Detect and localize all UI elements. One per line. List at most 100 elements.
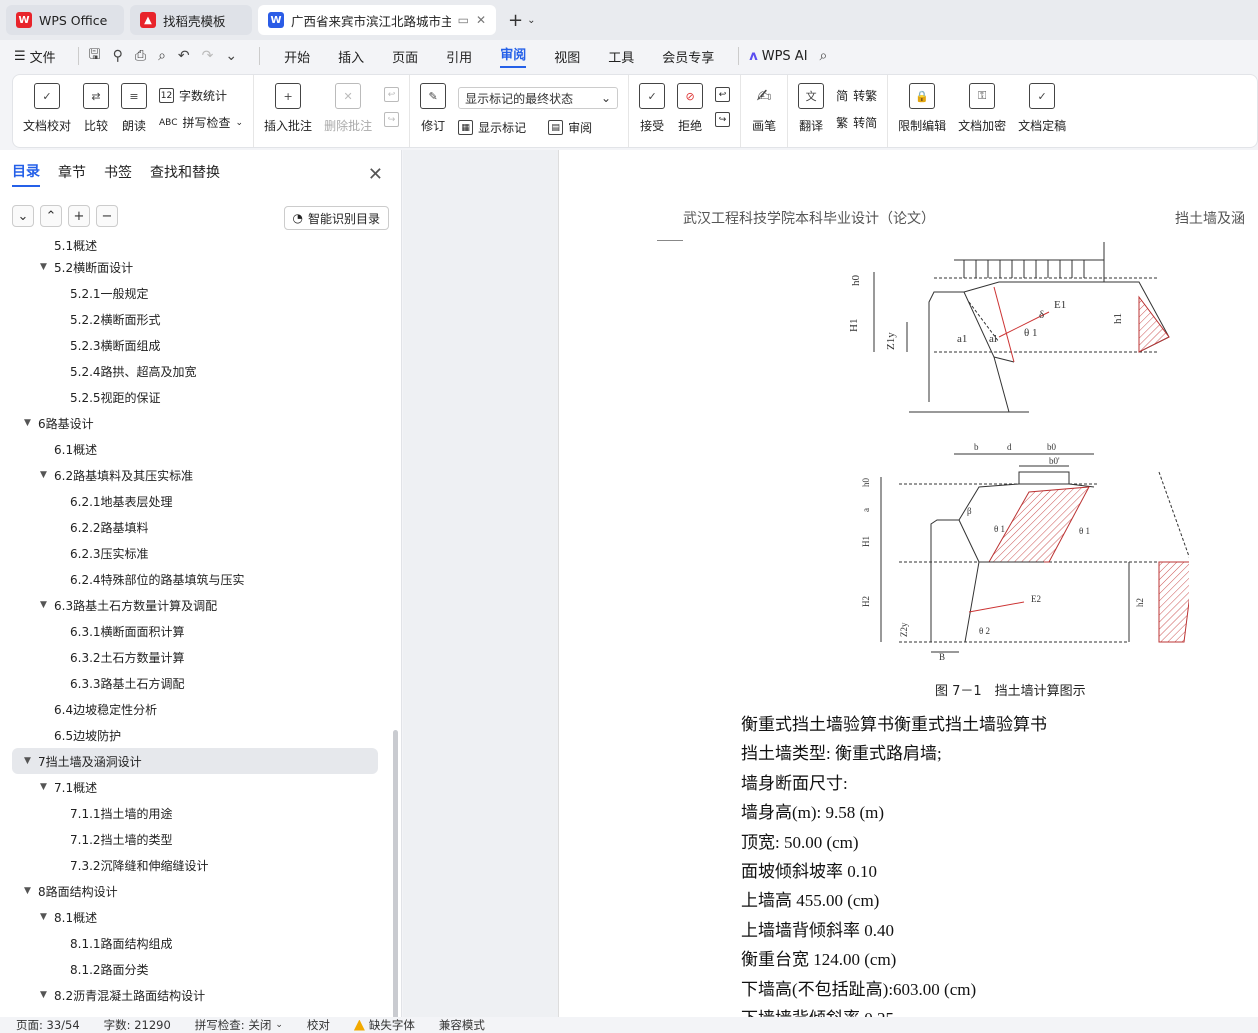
expand-arrow-icon[interactable]: ▼ xyxy=(24,418,38,428)
menu-tab-page[interactable]: 页面 xyxy=(392,47,418,66)
close-tab-icon[interactable]: ✕ xyxy=(476,13,486,27)
tab-bookmarks[interactable]: 书签 xyxy=(104,162,132,186)
spell-check-button[interactable]: ABC 拼写检查 ⌄ xyxy=(159,114,243,131)
previous-change-icon[interactable]: ↩ xyxy=(715,87,731,102)
pen-button[interactable]: ✍ 画笔 xyxy=(751,83,777,134)
toc-item[interactable]: ▼ 5.2横断面设计 xyxy=(0,254,390,280)
review-pane-button[interactable]: 审阅 xyxy=(568,119,592,136)
translate-button[interactable]: 文 翻译 xyxy=(798,83,825,134)
menu-tab-references[interactable]: 引用 xyxy=(446,47,472,66)
finalize-button[interactable]: ✓ 文档定稿 xyxy=(1018,83,1066,134)
expand-arrow-icon[interactable]: ▼ xyxy=(40,262,54,272)
menu-tab-view[interactable]: 视图 xyxy=(554,47,580,66)
menu-tab-review[interactable]: 审阅 xyxy=(500,44,527,68)
toc-scrollbar[interactable] xyxy=(393,730,398,1030)
wps-ai-button[interactable]: ᴧ WPS AI xyxy=(749,49,807,64)
toc-item[interactable]: ▼ 8.2沥青混凝土路面结构设计 xyxy=(0,982,390,1008)
redo-icon[interactable]: ↷ xyxy=(202,48,214,64)
tab-docer-templates[interactable]: ▲ 找稻壳模板 xyxy=(130,5,252,35)
menu-tab-insert[interactable]: 插入 xyxy=(338,47,364,66)
to-traditional-button[interactable]: 简 转繁 xyxy=(836,87,877,104)
toc-item[interactable]: 8.1.1路面结构组成 xyxy=(0,930,390,956)
toc-item[interactable]: 7.1.2挡土墙的类型 xyxy=(0,826,390,852)
toc-item[interactable]: ▼ 8路面结构设计 xyxy=(0,878,390,904)
tab-wps-office[interactable]: W WPS Office xyxy=(6,5,124,35)
tab-toc[interactable]: 目录 xyxy=(12,161,40,187)
menu-tab-start[interactable]: 开始 xyxy=(284,47,310,66)
toc-item[interactable]: ▼ 8.1概述 xyxy=(0,904,390,930)
doc-check-button[interactable]: ✓ 文档校对 xyxy=(23,83,71,134)
toc-item[interactable]: 6.2.3压实标准 xyxy=(0,540,390,566)
smart-toc-button[interactable]: ◔ 智能识别目录 xyxy=(283,206,389,230)
new-tab-button[interactable]: + ⌄ xyxy=(508,10,535,31)
accept-button[interactable]: ✓ 接受 xyxy=(639,83,666,134)
toc-item[interactable]: 5.2.2横断面形式 xyxy=(0,306,390,332)
previous-comment-icon[interactable]: ↩ xyxy=(384,87,400,102)
next-change-icon[interactable]: ↪ xyxy=(715,112,731,127)
word-count-button[interactable]: 12 字数统计 xyxy=(159,87,243,104)
toc-item[interactable]: 6.3.2土石方数量计算 xyxy=(0,644,390,670)
search-icon[interactable]: ⌕ xyxy=(820,48,828,64)
close-pane-icon[interactable]: ✕ xyxy=(368,164,383,185)
toc-item[interactable]: 6.2.1地基表层处理 xyxy=(0,488,390,514)
toc-item[interactable]: 6.3.3路基土石方调配 xyxy=(0,670,390,696)
more-quick-actions-icon[interactable]: ⌄ xyxy=(225,48,237,64)
expand-all-icon[interactable]: ⌄ xyxy=(12,205,34,227)
toc-item[interactable]: 5.2.5视距的保证 xyxy=(0,384,390,410)
page-indicator[interactable]: 页面: 33/54 xyxy=(16,1017,80,1033)
tab-current-document[interactable]: W 广西省来宾市滨江北路城市主 ▭ ✕ xyxy=(258,5,496,35)
delete-comment-button[interactable]: ✕ 删除批注 xyxy=(324,83,372,134)
compare-button[interactable]: ⇄ 比较 xyxy=(83,83,110,134)
toc-item[interactable]: 6.2.2路基填料 xyxy=(0,514,390,540)
toc-item[interactable]: ▼ 7.1概述 xyxy=(0,774,390,800)
toc-item[interactable]: 5.2.3横断面组成 xyxy=(0,332,390,358)
toc-item[interactable]: 6.4边坡稳定性分析 xyxy=(0,696,390,722)
document-body[interactable]: 衡重式挡土墙验算书衡重式挡土墙验算书 挡土墙类型: 衡重式路肩墙; 墙身断面尺寸: 墙… xyxy=(741,710,1258,1017)
expand-arrow-icon[interactable]: ▼ xyxy=(40,990,54,1000)
read-aloud-button[interactable]: ≡ 朗读 xyxy=(121,83,148,134)
expand-arrow-icon[interactable]: ▼ xyxy=(40,600,54,610)
expand-arrow-icon[interactable]: ▼ xyxy=(40,782,54,792)
spell-check-status[interactable]: 拼写检查: 关闭 ⌄ xyxy=(195,1017,283,1033)
toc-item[interactable]: 6.3.1横断面面积计算 xyxy=(0,618,390,644)
expand-arrow-icon[interactable]: ▼ xyxy=(40,470,54,480)
toc-item[interactable]: 6.2.4特殊部位的路基填筑与压实 xyxy=(0,566,390,592)
toc-item[interactable]: 6.5边坡防护 xyxy=(0,722,390,748)
add-heading-icon[interactable]: + xyxy=(68,205,90,227)
toc-item[interactable]: ▼ 7挡土墙及涵洞设计 xyxy=(12,748,378,774)
to-simplified-button[interactable]: 繁 转简 xyxy=(836,114,877,131)
file-menu[interactable]: ☰ 文件 xyxy=(14,47,56,66)
expand-arrow-icon[interactable]: ▼ xyxy=(24,756,38,766)
expand-arrow-icon[interactable]: ▼ xyxy=(40,912,54,922)
toc-item[interactable]: 6.1概述 xyxy=(0,436,390,462)
toc-item[interactable]: 7.1.1挡土墙的用途 xyxy=(0,800,390,826)
toc-item[interactable]: 5.2.1一般规定 xyxy=(0,280,390,306)
restrict-edit-button[interactable]: 🔒 限制编辑 xyxy=(898,83,946,134)
missing-font-status[interactable]: 缺失字体 xyxy=(353,1017,415,1033)
proof-status[interactable]: 校对 xyxy=(307,1017,330,1033)
insert-comment-button[interactable]: + 插入批注 xyxy=(264,83,312,134)
word-count[interactable]: 字数: 21290 xyxy=(104,1017,171,1033)
toc-item[interactable]: 5.1概述 xyxy=(0,240,390,254)
print-icon[interactable]: ⎙ xyxy=(135,48,146,64)
track-changes-button[interactable]: ✎ 修订 xyxy=(420,83,447,134)
reject-button[interactable]: ⊘ 拒绝 xyxy=(677,83,704,134)
chevron-down-icon[interactable]: ⌄ xyxy=(527,15,535,26)
next-comment-icon[interactable]: ↪ xyxy=(384,112,400,127)
tab-find-replace[interactable]: 查找和替换 xyxy=(150,162,220,186)
toc-item[interactable]: ▼ 6.2路基填料及其压实标准 xyxy=(0,462,390,488)
show-markup-button[interactable]: 显示标记 xyxy=(478,119,526,136)
markup-state-select[interactable]: 显示标记的最终状态 ⌄ xyxy=(458,87,619,109)
monitor-icon[interactable]: ▭ xyxy=(458,13,469,27)
menu-tab-tools[interactable]: 工具 xyxy=(608,47,634,66)
remove-heading-icon[interactable]: − xyxy=(96,205,118,227)
encrypt-button[interactable]: ⚿ 文档加密 xyxy=(958,83,1006,134)
print-preview-icon[interactable]: ⌕ xyxy=(158,48,166,64)
share-icon[interactable]: ⚲ xyxy=(113,48,123,64)
menu-tab-member[interactable]: 会员专享 xyxy=(662,47,714,66)
toc-item[interactable]: 5.2.4路拱、超高及加宽 xyxy=(0,358,390,384)
toc-item[interactable]: 7.3.2沉降缝和伸缩缝设计 xyxy=(0,852,390,878)
toc-item[interactable]: 8.1.2路面分类 xyxy=(0,956,390,982)
undo-icon[interactable]: ↶ xyxy=(178,48,190,64)
toc-item[interactable]: ▼ 6路基设计 xyxy=(0,410,390,436)
